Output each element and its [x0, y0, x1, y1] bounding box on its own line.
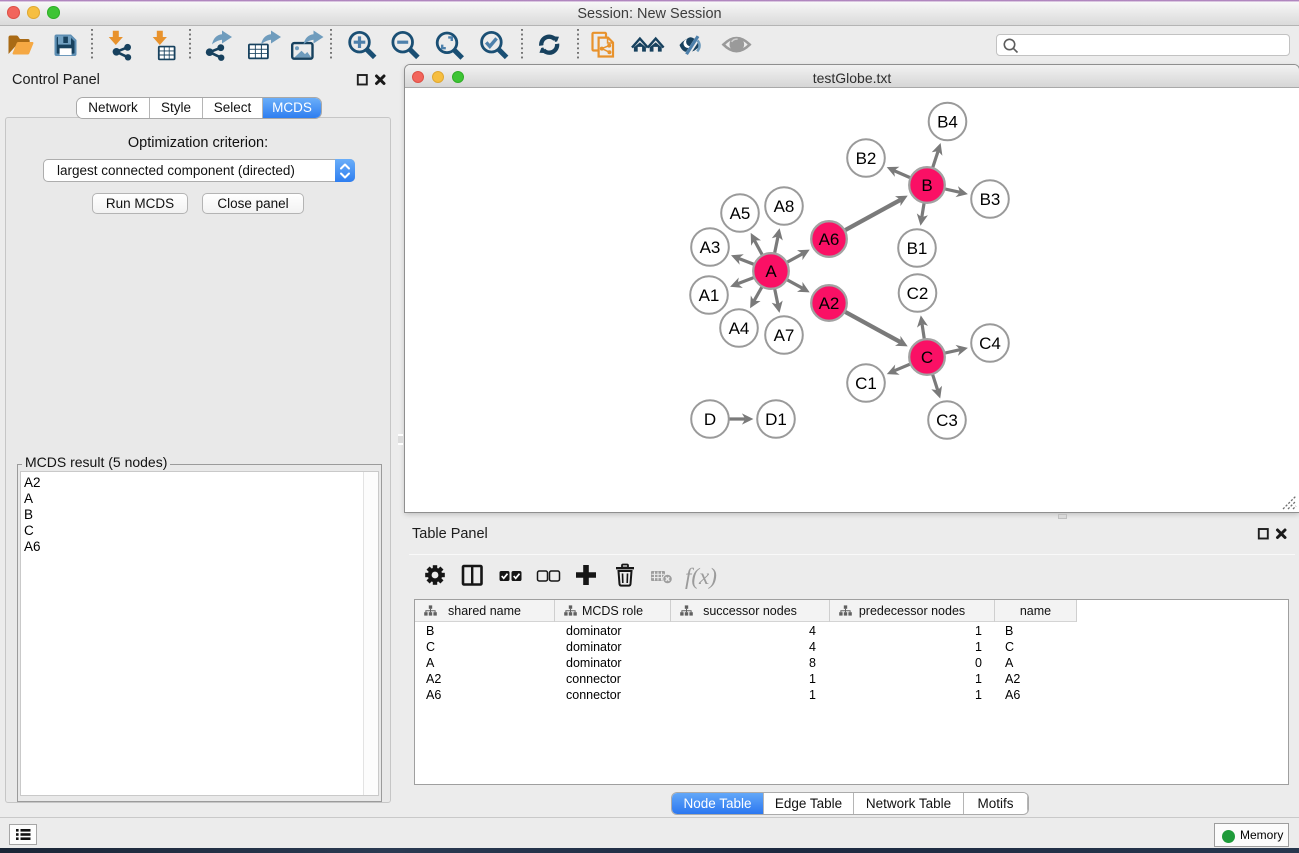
svg-text:A5: A5 [730, 204, 751, 223]
svg-text:B: B [921, 176, 932, 195]
svg-text:B2: B2 [856, 149, 877, 168]
svg-text:C4: C4 [979, 334, 1001, 353]
svg-text:B4: B4 [937, 113, 958, 132]
svg-text:A1: A1 [699, 286, 720, 305]
svg-text:B1: B1 [907, 239, 928, 258]
svg-text:A3: A3 [700, 238, 721, 257]
svg-text:D1: D1 [765, 410, 787, 429]
svg-text:A8: A8 [774, 197, 795, 216]
svg-text:A6: A6 [819, 230, 840, 249]
svg-text:C1: C1 [855, 374, 877, 393]
svg-text:C3: C3 [936, 411, 958, 430]
svg-text:C2: C2 [907, 284, 929, 303]
svg-text:D: D [704, 410, 716, 429]
svg-text:A4: A4 [729, 319, 750, 338]
svg-text:f(x): f(x) [685, 564, 717, 589]
svg-text:C: C [921, 348, 933, 367]
svg-text:A: A [765, 262, 777, 281]
svg-text:B3: B3 [980, 190, 1001, 209]
svg-text:A2: A2 [819, 294, 840, 313]
svg-text:A7: A7 [774, 326, 795, 345]
